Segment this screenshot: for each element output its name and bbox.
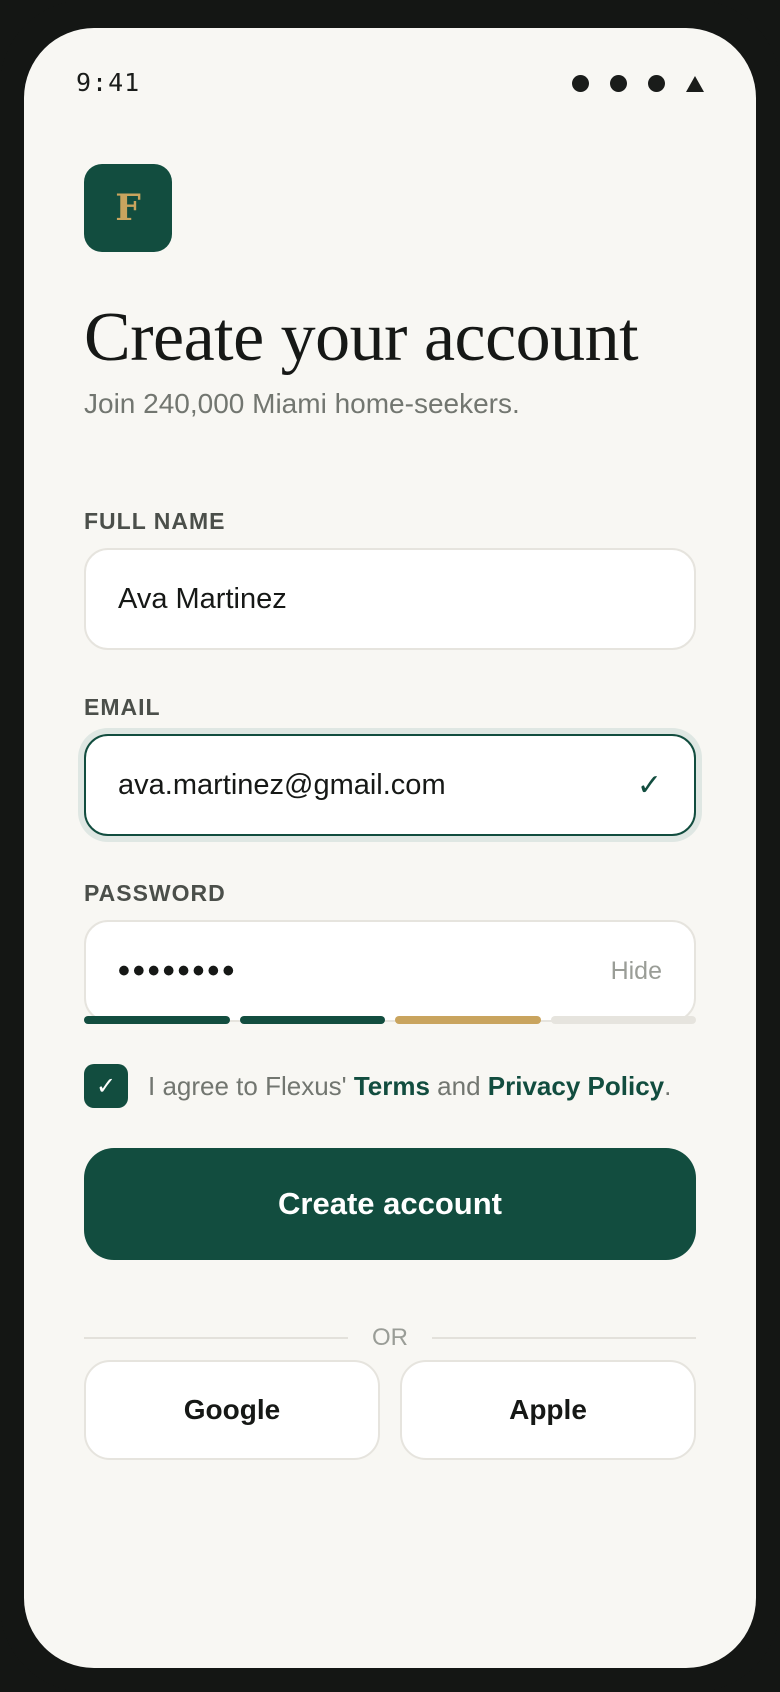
- privacy-policy-link[interactable]: Privacy Policy: [488, 1071, 664, 1101]
- terms-text: I agree to Flexus' Terms and Privacy Pol…: [148, 1071, 671, 1102]
- terms-prefix: I agree to Flexus': [148, 1070, 354, 1101]
- page-title: Create your account: [84, 299, 639, 376]
- strength-segment: [550, 1016, 696, 1024]
- or-divider: OR: [84, 1324, 696, 1352]
- terms-middle: and: [429, 1070, 488, 1101]
- phone-frame: 9:41 F Create your account Join 240,000 …: [0, 0, 780, 1692]
- apple-signin-button[interactable]: Apple: [400, 1360, 696, 1460]
- strength-segment: [395, 1016, 541, 1024]
- create-account-button[interactable]: Create account: [84, 1148, 696, 1260]
- strength-segment: [239, 1016, 385, 1024]
- google-signin-button[interactable]: Google: [84, 1360, 380, 1460]
- app-screen: 9:41 F Create your account Join 240,000 …: [24, 28, 756, 1668]
- full-name-field[interactable]: Ava Martinez: [84, 548, 696, 650]
- divider-label: OR: [372, 1324, 408, 1351]
- password-value[interactable]: ••••••••: [118, 952, 611, 991]
- page-subtitle: Join 240,000 Miami home-seekers.: [84, 388, 520, 419]
- status-icons: [572, 75, 704, 92]
- password-strength-meter: [84, 1016, 696, 1024]
- signal-dot-icon: [572, 75, 589, 92]
- password-field[interactable]: •••••••• Hide: [84, 920, 696, 1022]
- divider-line: [84, 1337, 348, 1339]
- password-label: PASSWORD: [84, 880, 226, 906]
- terms-suffix: .: [664, 1070, 672, 1101]
- terms-link[interactable]: Terms: [354, 1071, 430, 1101]
- app-logo: F: [84, 164, 172, 252]
- terms-checkbox[interactable]: ✓: [84, 1064, 128, 1108]
- strength-segment: [84, 1016, 230, 1024]
- terms-agreement: ✓ I agree to Flexus' Terms and Privacy P…: [84, 1064, 671, 1108]
- status-time: 9:41: [76, 68, 141, 97]
- divider-line: [432, 1337, 696, 1339]
- signal-dot-icon: [648, 75, 665, 92]
- check-icon: ✓: [636, 767, 662, 803]
- network-triangle-icon: [686, 75, 704, 92]
- full-name-label: FULL NAME: [84, 508, 226, 534]
- logo-letter: F: [115, 187, 141, 229]
- email-value[interactable]: ava.martinez@gmail.com: [118, 769, 637, 802]
- hide-password-toggle[interactable]: Hide: [611, 957, 662, 986]
- full-name-value[interactable]: Ava Martinez: [118, 583, 662, 616]
- email-field[interactable]: ava.martinez@gmail.com ✓: [84, 734, 696, 836]
- signal-dot-icon: [610, 75, 627, 92]
- email-label: EMAIL: [84, 694, 161, 720]
